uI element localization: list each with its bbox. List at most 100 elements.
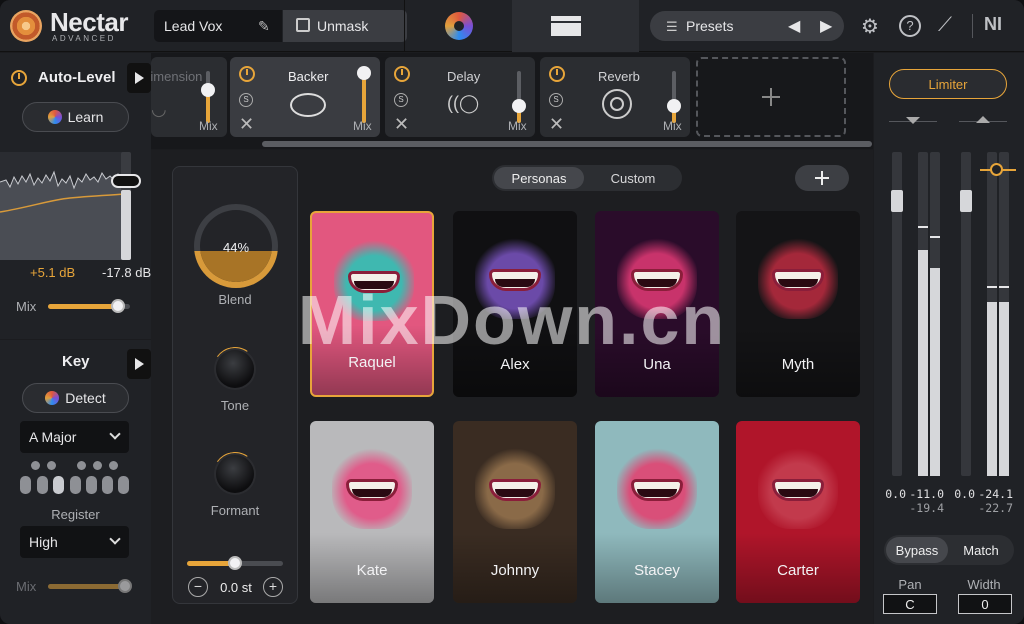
persona-name: Kate (356, 562, 388, 579)
output-meter-right-level (999, 302, 1009, 476)
auto-level-mix-knob[interactable] (110, 299, 125, 313)
key-mix-fill (48, 584, 124, 589)
learn-label: Learn (67, 109, 104, 125)
nectar-plugin-window: Nectar ADVANCED Lead Vox ✎ Unmask Preset… (0, 0, 1024, 624)
module-dimension[interactable]: Dimension ◡ Mix (151, 57, 227, 137)
module-mix-knob[interactable] (357, 66, 371, 80)
match-button[interactable]: Match (950, 537, 1012, 563)
persona-mouth-inner (778, 489, 818, 497)
input-meter-right-level (930, 268, 940, 476)
persona-mouth-inner (778, 279, 818, 287)
register-select-value: High (29, 534, 58, 550)
persona-mouth-inner (637, 489, 677, 497)
persona-card-alex[interactable]: Alex (453, 211, 577, 397)
persona-name: Una (643, 356, 671, 373)
next-preset-icon[interactable]: ▶ (820, 16, 832, 36)
pitch-knob[interactable] (228, 556, 242, 570)
previous-preset-icon[interactable]: ◀ (788, 16, 800, 36)
assistant-swirl-icon (47, 110, 62, 124)
module-mix-knob[interactable] (667, 99, 681, 113)
key-expand-button[interactable] (127, 349, 151, 379)
pan-label: Pan (898, 577, 922, 592)
formant-knob[interactable] (216, 455, 254, 493)
tone-label: Tone (220, 398, 250, 413)
pitch-increment-button[interactable]: + (263, 577, 283, 597)
add-persona-button[interactable] (795, 165, 849, 191)
persona-card-myth[interactable]: Myth (736, 211, 860, 397)
pitch-decrement-button[interactable]: − (188, 577, 208, 597)
module-mix-knob[interactable] (512, 99, 526, 113)
help-icon[interactable]: ? (899, 15, 921, 37)
module-strip-scrollbar[interactable] (262, 141, 872, 147)
top-bar: Nectar ADVANCED Lead Vox ✎ Unmask Preset… (0, 0, 1024, 52)
chevron-down-icon (109, 428, 121, 440)
persona-card-una[interactable]: Una (595, 211, 719, 397)
detect-label: Detect (65, 390, 106, 406)
module-power-icon[interactable] (239, 66, 255, 82)
persona-card-stacey[interactable]: Stacey (595, 421, 719, 603)
limiter-ceiling-handle[interactable] (990, 163, 1003, 176)
module-backer[interactable]: Backer S ✕ Mix (230, 57, 380, 137)
tone-knob[interactable] (216, 350, 254, 388)
auto-level-target-handle[interactable] (111, 174, 141, 188)
width-field[interactable]: 0 (958, 594, 1012, 614)
module-reverb[interactable]: Reverb S ✕ Mix (540, 57, 690, 137)
assistant-swirl-icon (45, 391, 60, 405)
input-gain-handle[interactable] (891, 190, 903, 212)
output-peak-readout: -24.1 (978, 487, 1013, 501)
persona-card-kate[interactable]: Kate (310, 421, 434, 603)
lips-icon (290, 93, 326, 117)
delay-icon: ((◯ (447, 93, 480, 113)
signal-path-icon[interactable]: ⟋ (938, 14, 952, 37)
assistant-orb-icon[interactable] (445, 12, 473, 40)
tab-personas[interactable]: Personas (494, 167, 584, 189)
persona-card-raquel[interactable]: Raquel (310, 211, 434, 397)
output-gain-readout: 0.0 (954, 487, 975, 501)
divider (404, 0, 405, 52)
settings-gear-icon[interactable]: ⚙ (861, 14, 879, 39)
chevron-down-icon (109, 533, 121, 545)
output-trim-icon (976, 116, 990, 123)
learn-button[interactable]: Learn (22, 102, 129, 132)
key-mix-knob[interactable] (118, 579, 132, 593)
auto-level-power-icon[interactable] (11, 70, 27, 86)
key-select[interactable]: A Major (20, 421, 129, 453)
auto-level-target-value: -17.8 dB (102, 265, 152, 280)
persona-name: Myth (781, 356, 815, 373)
module-name: Backer (288, 69, 329, 84)
limiter-button[interactable]: Limiter (889, 69, 1007, 99)
persona-card-carter[interactable]: Carter (736, 421, 860, 603)
add-module-button[interactable] (696, 57, 846, 137)
register-select[interactable]: High (20, 526, 129, 558)
pan-field[interactable]: C (883, 594, 937, 614)
remove-module-icon[interactable]: ✕ (394, 114, 409, 135)
remove-module-icon[interactable]: ✕ (239, 114, 254, 135)
module-power-icon[interactable] (394, 66, 410, 82)
reverb-icon (602, 89, 632, 119)
solo-icon[interactable]: S (394, 93, 408, 107)
persona-card-johnny[interactable]: Johnny (453, 421, 577, 603)
auto-level-gain-value: +5.1 dB (30, 265, 76, 280)
dimension-icon: ◡ (151, 99, 167, 119)
waveform-graphic (0, 170, 126, 260)
key-select-value: A Major (29, 429, 77, 445)
remove-module-icon[interactable]: ✕ (549, 114, 564, 135)
pencil-icon[interactable]: ✎ (258, 18, 270, 35)
input-rms-readout: -19.4 (909, 501, 944, 515)
divider (972, 14, 973, 38)
native-instruments-icon[interactable]: NI (984, 14, 1002, 35)
input-meter-left-peak (918, 226, 928, 228)
output-gain-handle[interactable] (960, 190, 972, 212)
pitch-value: 0.0 st (220, 580, 252, 595)
solo-icon[interactable]: S (549, 93, 563, 107)
detect-button[interactable]: Detect (22, 383, 129, 413)
module-power-icon[interactable] (549, 66, 565, 82)
auto-level-expand-button[interactable] (127, 63, 151, 93)
auto-level-title: Auto-Level (38, 69, 116, 86)
solo-icon[interactable]: S (239, 93, 253, 107)
bypass-button[interactable]: Bypass (886, 537, 948, 563)
tab-custom[interactable]: Custom (590, 167, 676, 189)
module-delay[interactable]: Delay S ✕ ((◯ Mix (385, 57, 535, 137)
module-mix-knob[interactable] (201, 83, 215, 97)
presets-button[interactable]: Presets (650, 11, 844, 41)
